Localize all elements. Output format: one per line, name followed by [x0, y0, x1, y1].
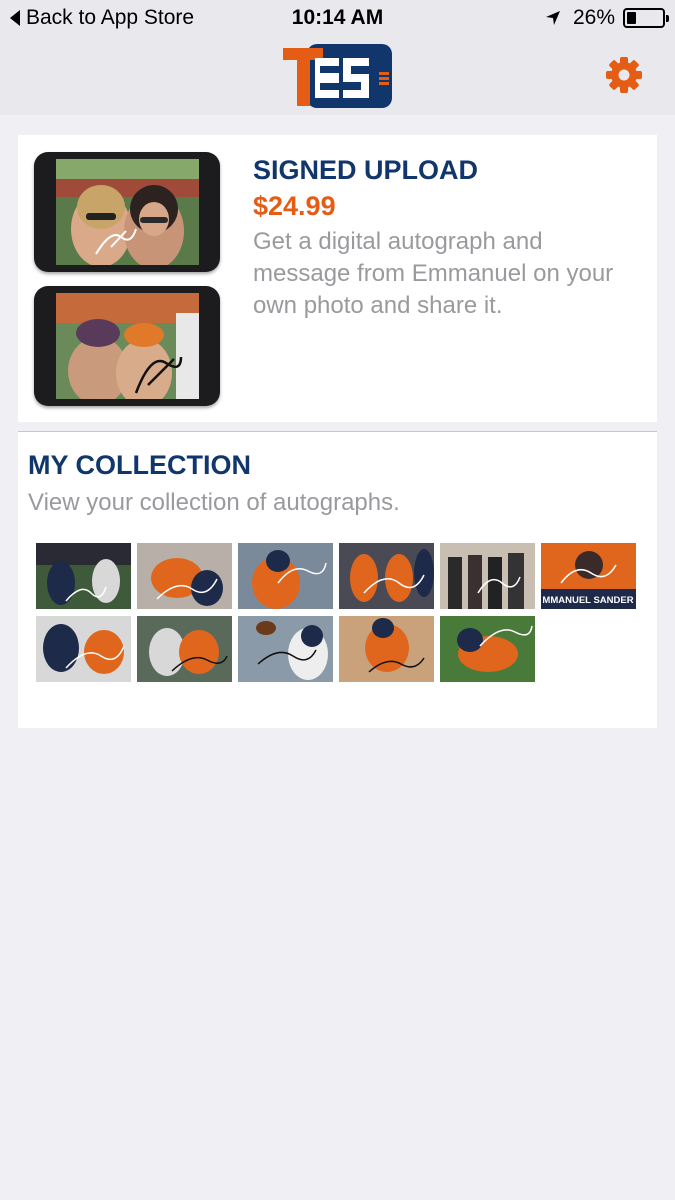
autograph-thumbnail[interactable] [339, 543, 434, 609]
autograph-thumbnail[interactable]: MMANUEL SANDER [541, 543, 636, 609]
autograph-thumbnail[interactable] [339, 616, 434, 682]
autograph-thumbnail[interactable] [137, 616, 232, 682]
my-collection-card: MY COLLECTION View your collection of au… [18, 431, 657, 728]
autograph-thumbnail[interactable] [440, 616, 535, 682]
autograph-thumbnail[interactable] [440, 543, 535, 609]
autograph-thumbnail[interactable] [137, 543, 232, 609]
signed-upload-price: $24.99 [253, 191, 336, 221]
nav-bar [0, 40, 675, 115]
status-right: 26% [545, 6, 669, 30]
location-arrow-icon [545, 11, 560, 25]
thumbnail-caption: MMANUEL SANDER [542, 595, 633, 606]
app-logo [283, 44, 392, 108]
my-collection-description: View your collection of autographs. [28, 489, 400, 516]
autograph-thumbnail[interactable] [238, 616, 333, 682]
phone-preview-image [34, 152, 220, 272]
autograph-thumbnail[interactable] [36, 543, 131, 609]
gear-icon[interactable] [605, 56, 643, 94]
signed-upload-title: SIGNED UPLOAD [253, 155, 479, 185]
battery-percent: 26% [572, 6, 615, 29]
phone-preview-image [34, 286, 220, 406]
my-collection-title: MY COLLECTION [28, 450, 252, 480]
autograph-thumbnail[interactable] [238, 543, 333, 609]
signed-upload-description: Get a digital autograph and message from… [253, 228, 614, 319]
status-bar: Back to App Store 10:14 AM 26% [0, 0, 675, 40]
fan-photo-image [56, 293, 199, 399]
autograph-thumbnail[interactable] [36, 616, 131, 682]
signed-upload-card[interactable]: SIGNED UPLOAD $24.99 Get a digital autog… [18, 135, 657, 422]
fan-photo-image [56, 159, 199, 265]
battery-icon [623, 8, 669, 28]
